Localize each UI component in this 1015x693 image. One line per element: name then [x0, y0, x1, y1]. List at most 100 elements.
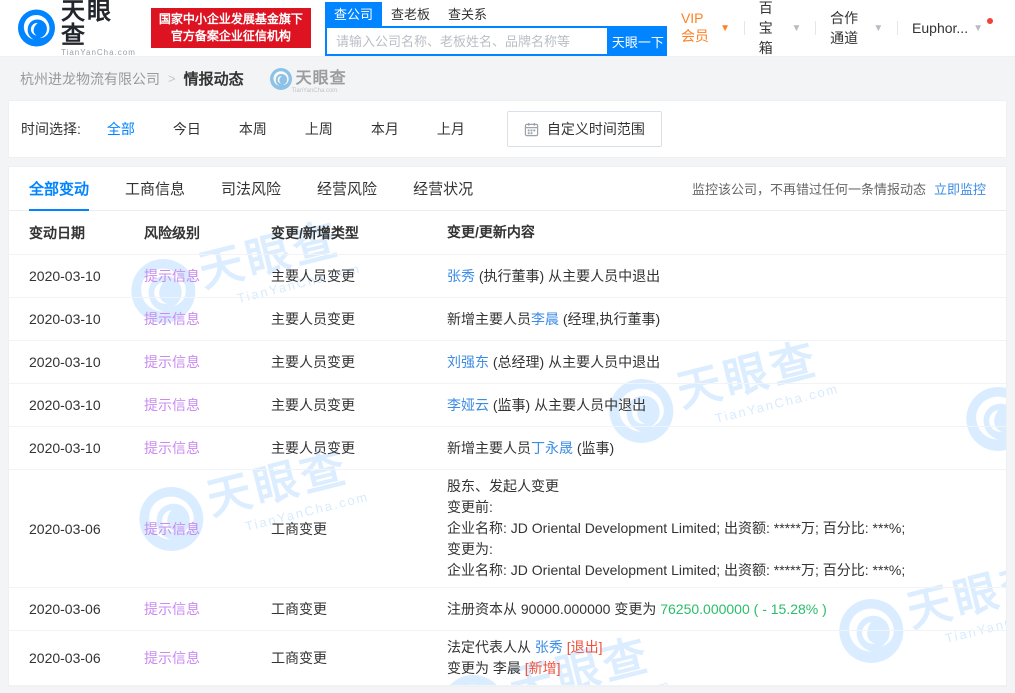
row-change-date: 2020-03-06 [9, 650, 144, 666]
menu-partner[interactable]: 合作通道 ▼ [816, 8, 897, 48]
chevron-down-icon: ▼ [792, 23, 802, 34]
menu-user-account[interactable]: Euphor... ▼ [898, 20, 997, 36]
tab-operation-risk[interactable]: 经营风险 [317, 167, 377, 211]
time-option[interactable]: 上月 [437, 119, 465, 139]
risk-level-link[interactable]: 提示信息 [144, 601, 200, 617]
risk-level-link[interactable]: 提示信息 [144, 354, 200, 370]
table-row: 2020-03-10提示信息主要人员变更张秀 (执行董事) 从主要人员中退出 [9, 255, 1006, 298]
logo-swirl-icon [270, 68, 292, 90]
brand-domain: TianYanCha.com [61, 48, 137, 57]
menu-toolbox[interactable]: 百宝箱 ▼ [745, 0, 816, 58]
tab-all-changes[interactable]: 全部变动 [29, 167, 89, 211]
calendar-icon [524, 122, 539, 137]
row-risk-cell: 提示信息 [144, 519, 271, 539]
plain-text: (执行董事) 从主要人员中退出 [475, 268, 660, 284]
row-risk-cell: 提示信息 [144, 648, 271, 668]
time-option[interactable]: 本周 [239, 119, 267, 139]
row-risk-cell: 提示信息 [144, 266, 271, 286]
brand-name: 天眼查 [61, 0, 137, 48]
time-option[interactable]: 全部 [107, 119, 135, 139]
breadcrumb-separator: > [168, 71, 176, 86]
menu-vip[interactable]: VIP会员 ▼ [667, 10, 744, 46]
row-change-type: 主要人员变更 [271, 266, 447, 286]
plain-text: 股东、发起人变更 [447, 478, 559, 494]
search-button[interactable]: 天眼一下 [609, 26, 667, 56]
content-line: 变更前: [447, 497, 990, 518]
row-change-content: 新增主要人员丁永晟 (监事) [447, 438, 1006, 459]
row-change-content: 股东、发起人变更变更前:企业名称: JD Oriental Developmen… [447, 476, 1006, 581]
main-panel: 天眼查TianYanCha.com 天眼查TianYanCha.com 天眼查T… [8, 166, 1007, 687]
row-change-content: 李娅云 (监事) 从主要人员中退出 [447, 395, 1006, 416]
row-risk-cell: 提示信息 [144, 438, 271, 458]
person-link[interactable]: 李娅云 [447, 397, 489, 413]
search-module: 查公司 查老板 查关系 天眼一下 [325, 2, 667, 56]
time-option[interactable]: 本月 [371, 119, 399, 139]
risk-level-link[interactable]: 提示信息 [144, 268, 200, 284]
row-change-content: 注册资本从 90000.000000 变更为 76250.000000 ( - … [447, 599, 1006, 620]
logo-swirl-icon [18, 9, 55, 47]
tab-business-info[interactable]: 工商信息 [125, 167, 185, 211]
page-title: 情报动态 [184, 68, 244, 89]
inline-brand-mark: 天眼查 TianYanCha.com [270, 64, 347, 94]
header-change-type: 变更/新增类型 [271, 223, 447, 243]
tianyancha-logo[interactable]: 天眼查 TianYanCha.com [18, 0, 137, 57]
search-input[interactable] [325, 26, 609, 56]
row-change-type: 主要人员变更 [271, 395, 447, 415]
table-row: 2020-03-10提示信息主要人员变更李娅云 (监事) 从主要人员中退出 [9, 384, 1006, 427]
table-row: 2020-03-10提示信息主要人员变更新增主要人员李晨 (经理,执行董事) [9, 298, 1006, 341]
plain-text: 注册资本从 90000.000000 变更为 [447, 601, 660, 617]
time-filter-bar: 时间选择: 全部 今日 本周 上周 本月 上月 自定义时间范围 [8, 100, 1007, 158]
top-header: 天眼查 TianYanCha.com 国家中小企业发展基金旗下 官方备案企业征信… [0, 0, 1015, 57]
content-line: 新增主要人员丁永晟 (监事) [447, 438, 990, 459]
person-link[interactable]: 刘强东 [447, 354, 489, 370]
brand-name: 天眼查 [296, 70, 347, 87]
row-change-type: 工商变更 [271, 599, 447, 619]
menu-toolbox-label: 百宝箱 [759, 0, 787, 58]
row-change-content: 张秀 (执行董事) 从主要人员中退出 [447, 266, 1006, 287]
row-change-date: 2020-03-06 [9, 521, 144, 537]
person-link[interactable]: 张秀 [447, 268, 475, 284]
row-change-type: 主要人员变更 [271, 309, 447, 329]
search-tab-company[interactable]: 查公司 [325, 2, 382, 26]
time-filter-label: 时间选择: [21, 119, 81, 139]
monitor-now-link[interactable]: 立即监控 [934, 179, 986, 198]
tab-operation-status[interactable]: 经营状况 [413, 167, 473, 211]
search-tab-boss[interactable]: 查老板 [382, 2, 439, 26]
time-option[interactable]: 上周 [305, 119, 333, 139]
person-link[interactable]: 张秀 [535, 639, 563, 655]
risk-level-link[interactable]: 提示信息 [144, 397, 200, 413]
risk-level-link[interactable]: 提示信息 [144, 440, 200, 456]
time-option[interactable]: 今日 [173, 119, 201, 139]
risk-level-link[interactable]: 提示信息 [144, 521, 200, 537]
row-risk-cell: 提示信息 [144, 352, 271, 372]
content-line: 注册资本从 90000.000000 变更为 76250.000000 ( - … [447, 599, 990, 620]
notification-dot [987, 18, 993, 24]
content-line: 企业名称: JD Oriental Development Limited; 出… [447, 518, 990, 539]
risk-level-link[interactable]: 提示信息 [144, 311, 200, 327]
top-menu: VIP会员 ▼ 百宝箱 ▼ 合作通道 ▼ Euphor... ▼ [667, 0, 997, 58]
search-tab-relation[interactable]: 查关系 [439, 2, 496, 26]
breadcrumb: 杭州进龙物流有限公司 > 情报动态 天眼查 TianYanCha.com [0, 57, 1015, 100]
highlight-text: [新增] [525, 660, 561, 676]
row-change-content: 法定代表人从 张秀 [退出] 变更为 李晨 [新增] [447, 637, 1006, 679]
custom-time-range-button[interactable]: 自定义时间范围 [507, 111, 662, 147]
risk-level-link[interactable]: 提示信息 [144, 650, 200, 666]
category-tabs: 全部变动 工商信息 司法风险 经营风险 经营状况 监控该公司，不再错过任何一条情… [9, 167, 1006, 211]
person-link[interactable]: 李晨 [531, 311, 559, 327]
person-link[interactable]: 丁永晟 [531, 440, 573, 456]
menu-partner-label: 合作通道 [830, 8, 868, 48]
breadcrumb-company-link[interactable]: 杭州进龙物流有限公司 [20, 69, 160, 89]
plain-text: (总经理) 从主要人员中退出 [489, 354, 660, 370]
tab-judicial-risk[interactable]: 司法风险 [221, 167, 281, 211]
table-header-row: 变动日期 风险级别 变更/新增类型 变更/更新内容 [9, 211, 1006, 255]
badge-line2: 官方备案企业征信机构 [159, 28, 303, 45]
row-risk-cell: 提示信息 [144, 309, 271, 329]
table-row: 2020-03-06提示信息工商变更注册资本从 90000.000000 变更为… [9, 588, 1006, 631]
plain-text: 法定代表人从 [447, 639, 535, 655]
changes-table: 变动日期 风险级别 变更/新增类型 变更/更新内容 2020-03-10提示信息… [9, 211, 1006, 686]
content-line: 变更为 李晨 [新增] [447, 658, 990, 679]
highlight-text: [退出] [567, 639, 603, 655]
table-row: 2020-03-06提示信息工商变更股东、发起人变更变更前:企业名称: JD O… [9, 470, 1006, 588]
row-change-content: 刘强东 (总经理) 从主要人员中退出 [447, 352, 1006, 373]
highlight-text: 76250.000000 [660, 601, 750, 617]
